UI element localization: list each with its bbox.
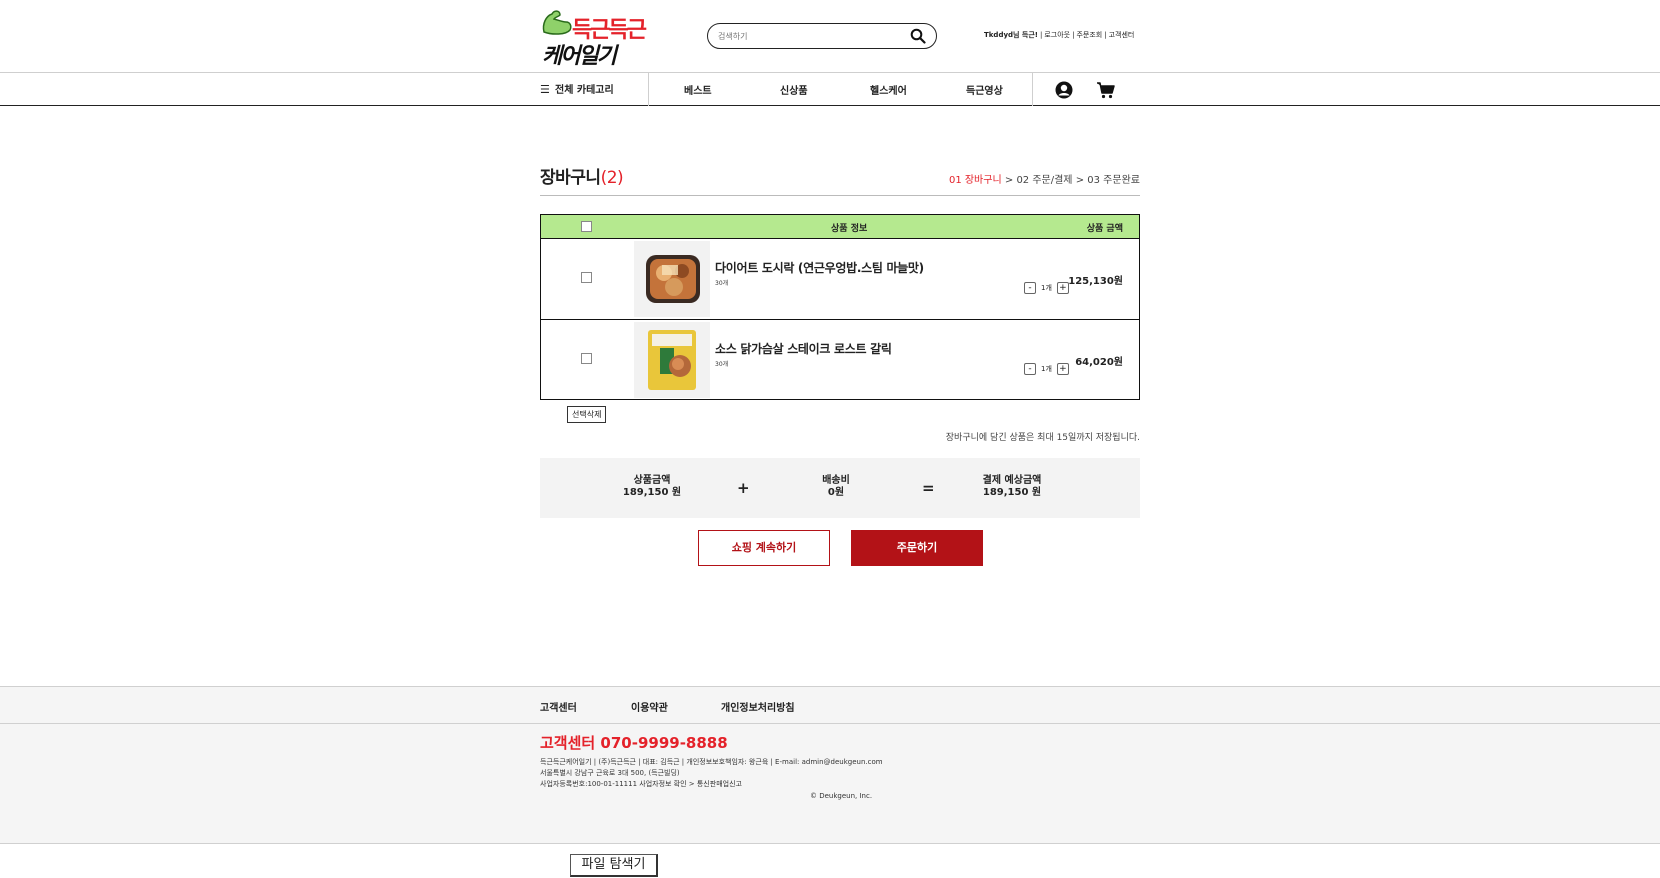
logout-link[interactable]: 로그아웃 bbox=[1044, 30, 1070, 40]
decrease-button[interactable]: - bbox=[1024, 282, 1036, 294]
plus-sign: + bbox=[737, 479, 750, 497]
logo-text-bottom: 케어일기 bbox=[542, 44, 617, 69]
cart-count: (2) bbox=[600, 168, 624, 188]
table-row: 소스 닭가슴살 스테이크 로스트 갈릭 30개 -1개 + 64,020원 bbox=[541, 319, 1139, 399]
cart-icon[interactable] bbox=[1096, 80, 1116, 100]
product-total-label: 상품금액 bbox=[633, 475, 671, 486]
increase-button[interactable]: + bbox=[1056, 363, 1069, 375]
copyright: © Deukgeun, Inc. bbox=[810, 792, 873, 800]
shipping-label: 배송비 bbox=[822, 475, 850, 486]
nav-item-new[interactable]: 신상품 bbox=[780, 82, 808, 97]
step-arrow: > bbox=[1075, 175, 1085, 186]
product-total: 상품금액 189,150 원 bbox=[602, 475, 702, 499]
select-all-checkbox[interactable] bbox=[581, 221, 592, 232]
nav-item-healthcare[interactable]: 헬스케어 bbox=[870, 82, 907, 97]
quantity-value: 1개 bbox=[1041, 284, 1052, 292]
item-checkbox[interactable] bbox=[581, 272, 592, 283]
step-payment: 02 주문/결제 bbox=[1016, 175, 1073, 186]
customer-center-link[interactable]: 고객센터 bbox=[1109, 30, 1135, 40]
product-total-value: 189,150 원 bbox=[622, 487, 682, 498]
order-lookup-link[interactable]: 주문조회 bbox=[1076, 30, 1102, 40]
expected-payment-label: 결제 예상금액 bbox=[982, 475, 1042, 486]
expected-payment: 결제 예상금액 189,150 원 bbox=[957, 475, 1067, 499]
search-box bbox=[707, 23, 937, 49]
order-button[interactable]: 주문하기 bbox=[851, 530, 983, 566]
product-image[interactable] bbox=[634, 322, 710, 398]
price-summary: 상품금액 189,150 원 + 배송비 0원 = 결제 예상금액 189,15… bbox=[540, 458, 1140, 518]
company-address: 서울특별시 강남구 근육로 3대 500, (득근빌딩) bbox=[540, 769, 680, 777]
quantity-stepper: -1개 + bbox=[1024, 282, 1069, 296]
header-product-price: 상품 금액 bbox=[1086, 224, 1123, 234]
footer-link-terms[interactable]: 이용약관 bbox=[631, 699, 668, 714]
main-nav: ☰ 전체 카테고리 베스트 신상품 헬스케어 득근영상 bbox=[0, 72, 1660, 106]
table-row: 다이어트 도시락 (연근우엉밥.스팀 마늘맛) 30개 -1개 + 125,130… bbox=[541, 239, 1139, 319]
user-greeting: Tkddyd님 득근! bbox=[984, 31, 1038, 39]
all-category-label: 전체 카테고리 bbox=[555, 85, 614, 96]
cart-storage-note: 장바구니에 담긴 상품은 최대 15일까지 저장됩니다. bbox=[945, 433, 1140, 443]
product-price: 125,130원 bbox=[1068, 276, 1123, 287]
business-registration: 사업자등록번호:100-01-11111 사업자정보 확인 > 통신판매업신고 bbox=[540, 780, 742, 788]
product-name[interactable]: 소스 닭가슴살 스테이크 로스트 갈릭 bbox=[715, 340, 892, 357]
footer-links: 고객센터 이용약관 개인정보처리방침 bbox=[0, 687, 1660, 724]
order-steps: 01 장바구니 > 02 주문/결제 > 03 주문완료 bbox=[949, 171, 1140, 186]
step-cart: 01 장바구니 bbox=[948, 175, 1002, 186]
quantity-value: 1개 bbox=[1041, 365, 1052, 373]
all-category-menu[interactable]: ☰ 전체 카테고리 bbox=[540, 81, 614, 96]
expected-payment-value: 189,150 원 bbox=[982, 487, 1042, 498]
nav-divider bbox=[648, 73, 649, 106]
product-name[interactable]: 다이어트 도시락 (연근우엉밥.스팀 마늘맛) bbox=[715, 259, 924, 276]
title-divider bbox=[540, 195, 1140, 196]
continue-shopping-button[interactable]: 쇼핑 계속하기 bbox=[698, 530, 830, 566]
cart-table: 상품 정보 상품 금액 다이어트 도시락 (연근우엉밥.스팀 마늘맛) 30개 … bbox=[540, 214, 1140, 400]
nav-divider bbox=[1032, 73, 1033, 106]
search-icon[interactable] bbox=[910, 28, 926, 44]
decrease-button[interactable]: - bbox=[1024, 363, 1036, 375]
product-price: 64,020원 bbox=[1075, 357, 1123, 368]
chicken-steak-package-image bbox=[648, 330, 696, 390]
user-account-icon[interactable] bbox=[1054, 80, 1074, 100]
footer: 고객센터 이용약관 개인정보처리방침 고객센터 070-9999-8888 득근… bbox=[0, 686, 1660, 844]
footer-link-privacy[interactable]: 개인정보처리방침 bbox=[721, 699, 795, 714]
hamburger-icon: ☰ bbox=[540, 83, 550, 96]
increase-button[interactable]: + bbox=[1056, 282, 1069, 294]
site-logo[interactable]: 득근득근 케어일기 bbox=[540, 8, 650, 69]
lunchbox-image bbox=[646, 255, 700, 303]
shipping-value: 0원 bbox=[827, 487, 845, 498]
flexed-arm-icon bbox=[542, 10, 572, 35]
header-product-info: 상품 정보 bbox=[831, 224, 868, 234]
product-pack: 30개 bbox=[715, 280, 729, 287]
customer-center-phone: 고객센터 070-9999-8888 bbox=[540, 734, 728, 752]
product-image[interactable] bbox=[634, 241, 710, 317]
company-info: 득근득근케어일기 | (주)득근득근 | 대표: 김득근 | 개인정보보호책임자… bbox=[540, 758, 883, 766]
nav-item-video[interactable]: 득근영상 bbox=[966, 82, 1003, 97]
footer-link-customer-center[interactable]: 고객센터 bbox=[540, 699, 577, 714]
product-pack: 30개 bbox=[715, 361, 729, 368]
quantity-stepper: -1개 + bbox=[1024, 363, 1069, 377]
nav-item-best[interactable]: 베스트 bbox=[684, 82, 712, 97]
page-title: 장바구니(2) bbox=[540, 163, 624, 188]
equals-sign: = bbox=[922, 479, 935, 497]
top-links: Tkddyd님 득근! | 로그아웃 | 주문조회 | 고객센터 bbox=[984, 30, 1135, 40]
item-checkbox[interactable] bbox=[581, 353, 592, 364]
step-complete: 03 주문완료 bbox=[1087, 175, 1140, 186]
shipping-fee: 배송비 0원 bbox=[786, 475, 886, 499]
step-arrow: > bbox=[1004, 175, 1014, 186]
page: 득근득근 케어일기 Tkddyd님 득근!|로그아웃|주문조회|고객센터 ☰ 전체… bbox=[0, 0, 1660, 878]
cart-title: 장바구니 bbox=[540, 168, 601, 188]
search-input[interactable] bbox=[718, 28, 898, 44]
file-explorer-button[interactable]: 파일 탐색기 bbox=[570, 854, 658, 877]
table-header: 상품 정보 상품 금액 bbox=[541, 215, 1139, 239]
delete-selected-button[interactable]: 선택삭제 bbox=[567, 406, 607, 423]
